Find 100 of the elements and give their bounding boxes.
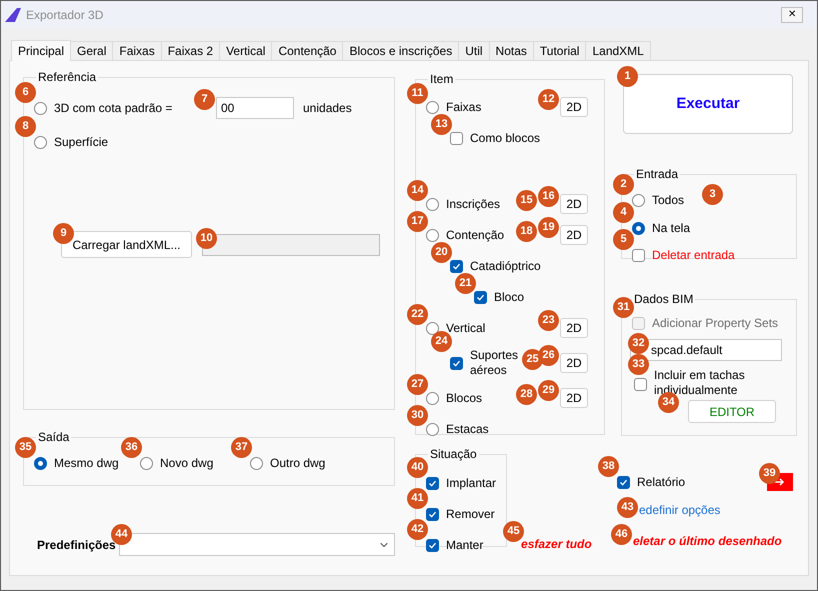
number-badge: 39 <box>759 463 780 484</box>
radio-button[interactable] <box>34 456 47 470</box>
radio-button[interactable] <box>34 102 47 114</box>
number-badge: 3 <box>702 184 724 205</box>
number-badge: 31 <box>613 297 634 318</box>
number-badge: 4 <box>613 202 634 223</box>
number-badge: 12 <box>538 89 560 110</box>
checkbox[interactable] <box>617 476 630 488</box>
mode-button[interactable]: 2D <box>560 225 588 245</box>
number-badge: 23 <box>538 310 560 331</box>
number-badge: 45 <box>503 521 524 542</box>
group-title: Item <box>429 72 454 86</box>
option-label: Como blocos <box>470 130 540 146</box>
radio-button[interactable] <box>426 392 439 404</box>
radio-button[interactable] <box>426 228 439 242</box>
number-badge: 27 <box>407 374 428 394</box>
checkbox[interactable] <box>450 260 463 272</box>
number-badge: 30 <box>407 404 428 426</box>
option-label: Blocos <box>446 390 482 406</box>
radio-button[interactable] <box>632 222 645 234</box>
delete-last-link[interactable]: eletar o último desenhado <box>633 532 782 550</box>
tab[interactable]: LandXML <box>585 41 651 60</box>
number-badge: 28 <box>516 384 538 405</box>
number-badge: 40 <box>407 457 428 478</box>
option-label: Mesmo dwg <box>54 455 119 472</box>
file-path-field[interactable] <box>202 234 380 256</box>
check-icon <box>476 292 485 302</box>
checkbox[interactable] <box>426 538 439 552</box>
option-label: Suportes aéreos <box>470 348 520 378</box>
number-badge: 14 <box>407 180 428 200</box>
editor-button[interactable]: EDITOR <box>688 400 776 423</box>
check-icon <box>619 478 628 486</box>
number-badge: 15 <box>516 190 538 211</box>
checkbox[interactable] <box>426 508 439 520</box>
checkbox[interactable] <box>450 132 463 144</box>
number-badge: 11 <box>407 82 428 104</box>
radio-button[interactable] <box>426 322 439 334</box>
number-badge: 6 <box>15 82 36 103</box>
radio-button[interactable] <box>250 456 263 470</box>
number-badge: 36 <box>121 437 142 458</box>
number-badge: 1 <box>617 66 638 87</box>
mode-button[interactable]: 2D <box>560 194 588 214</box>
app-logo-icon <box>5 8 21 22</box>
tab[interactable]: Contenção <box>271 41 344 60</box>
number-badge: 35 <box>15 437 36 458</box>
reset-options-link[interactable]: edefinir opções <box>639 501 720 519</box>
number-badge: 9 <box>53 223 74 244</box>
number-badge: 17 <box>407 210 428 232</box>
radio-button[interactable] <box>34 136 47 148</box>
tab[interactable]: Principal <box>11 40 72 61</box>
group-title: Entrada <box>635 167 680 181</box>
option-label: Catadióptrico <box>470 258 541 274</box>
mode-button[interactable]: 2D <box>560 388 588 408</box>
checkbox[interactable] <box>474 290 487 304</box>
check-icon <box>428 478 437 488</box>
mode-button[interactable]: 2D <box>560 97 588 117</box>
option-label: Novo dwg <box>160 455 214 472</box>
units-label: unidades <box>303 100 352 117</box>
group-title: Situação <box>429 447 478 461</box>
number-badge: 32 <box>628 333 649 354</box>
number-badge: 43 <box>617 497 638 518</box>
option-label: Manter <box>446 537 484 554</box>
option-label: Estacas <box>446 422 489 436</box>
number-badge: 13 <box>431 114 452 134</box>
number-badge: 46 <box>611 524 632 545</box>
number-badge: 21 <box>455 272 476 294</box>
tab[interactable]: Blocos e inscrições <box>342 41 460 60</box>
arrow-icon <box>775 478 785 486</box>
number-badge: 5 <box>613 229 634 250</box>
option-label: Outro dwg <box>270 455 326 472</box>
option-label: Adicionar Property Sets <box>652 315 778 332</box>
option-label: Todos <box>652 192 684 209</box>
check-icon <box>428 540 437 550</box>
mode-button[interactable]: 2D <box>560 353 588 373</box>
checkbox[interactable] <box>426 476 439 490</box>
mode-button[interactable]: 2D <box>560 318 588 338</box>
number-badge: 10 <box>196 228 217 248</box>
option-label: 3D com cota padrão = <box>54 100 172 117</box>
radio-button[interactable] <box>426 422 439 436</box>
number-badge: 8 <box>15 116 36 137</box>
radio-button[interactable] <box>140 456 153 470</box>
checkbox[interactable] <box>450 356 463 370</box>
number-badge: 42 <box>407 519 428 540</box>
close-button[interactable]: ✕ <box>781 6 803 22</box>
radio-button[interactable] <box>426 198 439 210</box>
number-badge: 29 <box>538 380 560 401</box>
number-badge: 19 <box>538 217 560 238</box>
option-label: Contenção <box>446 228 504 242</box>
window-title: Exportador 3D <box>26 6 104 24</box>
number-badge: 24 <box>431 331 452 352</box>
option-label: Deletar entrada <box>652 247 735 264</box>
option-label: Na tela <box>652 220 690 237</box>
number-badge: 37 <box>231 437 252 458</box>
checkbox[interactable] <box>632 248 645 262</box>
option-label: Faixas <box>446 100 482 114</box>
height-field[interactable]: 00 <box>216 97 294 119</box>
radio-button[interactable] <box>632 194 645 206</box>
number-badge: 7 <box>194 89 215 110</box>
radio-button[interactable] <box>426 100 439 114</box>
checkbox[interactable] <box>634 378 647 391</box>
